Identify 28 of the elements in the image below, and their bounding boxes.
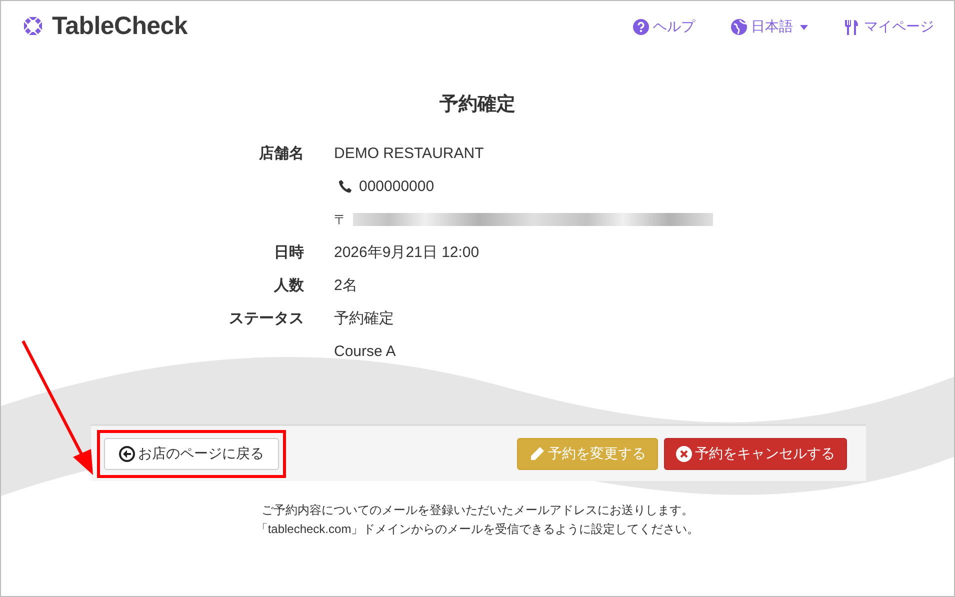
field-label: 人数 (272, 276, 305, 295)
my-page-link[interactable]: マイページ (844, 18, 934, 36)
notice-text: ご予約内容についてのメールを登録いただいたメールアドレスにお送りします。 (260, 502, 694, 519)
field-label: 日時 (273, 243, 305, 262)
field-value: 2026年9月21日 12:00 (334, 243, 480, 262)
language-dropdown[interactable]: 日本語 (731, 18, 808, 36)
phone-icon (338, 179, 353, 194)
help-link[interactable]: ヘルプ (633, 18, 695, 36)
logo-icon (22, 15, 44, 37)
caret-icon (800, 24, 808, 30)
page-title: 予約確定 (438, 92, 516, 117)
field-value: 予約確定 (334, 309, 394, 328)
notice-text: 「tablecheck.com」ドメインからのメールを受信できるように設定してください。 (254, 521, 700, 538)
back-button[interactable]: お店のページに戻る (104, 438, 279, 470)
field-label: ステータス (228, 309, 305, 328)
phone-number: 000000000 (359, 178, 434, 195)
help-icon (633, 19, 649, 35)
field-value: DEMO RESTAURANT (334, 145, 484, 162)
cancel-button[interactable]: 予約をキャンセルする (664, 438, 847, 470)
postal-mark: 〒 (334, 210, 347, 228)
field-value: 2名 (334, 276, 358, 295)
field-value: Course A (334, 343, 396, 360)
logo-text: TableCheck (52, 12, 188, 40)
utensils-icon (844, 19, 860, 35)
field-label: 店舗名 (258, 144, 305, 163)
close-icon (676, 446, 692, 462)
pencil-icon (529, 446, 545, 462)
globe-icon (731, 19, 747, 35)
